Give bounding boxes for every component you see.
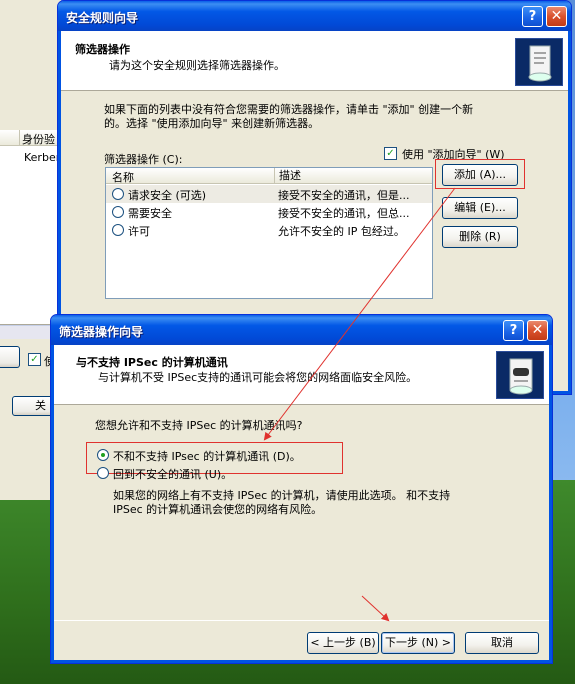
annotation-arrow-to-option [263, 187, 456, 441]
annotation-arrow-to-next [361, 595, 390, 622]
annotation-arrows [263, 187, 456, 622]
